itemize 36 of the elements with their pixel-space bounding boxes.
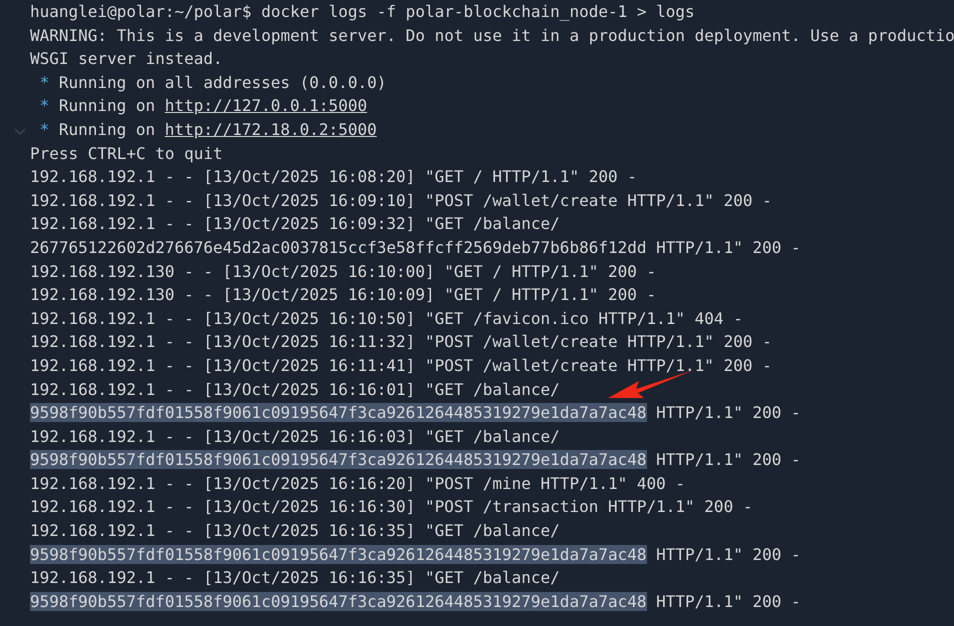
url-link[interactable]: http://127.0.0.1:5000: [164, 96, 368, 116]
terminal-text: 192.168.192.1 - - [13/Oct/2025 16:09:10] "POST /wallet/create HTTP/1.1" 200 -: [30, 190, 772, 210]
terminal-text: Running on all addresses (0.0.0.0): [58, 72, 386, 92]
terminal-text: 192.168.192.1 - - [13/Oct/2025 16:16:20] "POST /mine HTTP/1.1" 400 -: [30, 474, 686, 493]
terminal-text: 192.168.192.1 - - [13/Oct/2025 16:16:35] "GET /balance/: [30, 568, 560, 588]
selected-text: 9598f90b557fdf01558f9061c09195647f3ca9261264485319279e1da7a7ac48: [30, 592, 646, 611]
terminal-text: huanglei@polar:~/polar$ docker logs -f polar-blockchain_node-1 > logs: [30, 2, 695, 21]
terminal-text: 192.168.192.1 - - [13/Oct/2025 16:16:35] "GET /balance/: [30, 521, 560, 540]
terminal-text: HTTP/1.1" 200 -: [655, 544, 801, 564]
terminal-text: HTTP/1.1" 200 -: [655, 592, 801, 611]
terminal-text: HTTP/1.1" 200 -: [655, 450, 801, 470]
terminal-text: 192.168.192.1 - - [13/Oct/2025 16:11:41] "POST /wallet/create HTTP/1.1" 200 -: [30, 356, 772, 375]
terminal-text: WSGI server instead.: [30, 49, 223, 68]
bullet-mark: *: [40, 96, 50, 116]
terminal-text: Press CTRL+C to quit: [30, 144, 223, 163]
terminal-text: 192.168.192.1 - - [13/Oct/2025 16:16:03] "GET /balance/: [30, 426, 560, 446]
bullet-mark: *: [40, 120, 50, 139]
selected-text: 9598f90b557fdf01558f9061c09195647f3ca9261264485319279e1da7a7ac48: [30, 544, 646, 564]
terminal-text: HTTP/1.1" 200 -: [655, 403, 801, 422]
terminal-text: 192.168.192.130 - - [13/Oct/2025 16:10:00] "GET / HTTP/1.1" 200 -: [30, 262, 656, 281]
terminal-text: 267765122602d276676e45d2ac0037815ccf3e58ffcff2569deb77b6b86f12dd HTTP/1.1" 200 -: [30, 238, 801, 257]
terminal-text: 192.168.192.130 - - [13/Oct/2025 16:10:09] "GET / HTTP/1.1" 200 -: [30, 285, 656, 304]
terminal-text: 192.168.192.1 - - [13/Oct/2025 16:16:30] "POST /transaction HTTP/1.1" 200 -: [30, 497, 752, 516]
terminal-text: Running on: [58, 96, 156, 116]
terminal-text: 192.168.192.1 - - [13/Oct/2025 16:08:20] "GET / HTTP/1.1" 200 -: [30, 167, 637, 186]
terminal-text: 192.168.192.1 - - [13/Oct/2025 16:16:01] "GET /balance/: [30, 380, 560, 398]
bullet-mark: *: [40, 72, 50, 92]
terminal-text: WARNING: This is a development server. Do not use it in a production deployment. Use a productio: [30, 26, 954, 45]
terminal-text: 192.168.192.1 - - [13/Oct/2025 16:11:32] "POST /wallet/create HTTP/1.1" 200 -: [30, 332, 772, 352]
terminal-text: Running on: [58, 120, 156, 139]
terminal-text: 192.168.192.1 - - [13/Oct/2025 16:10:50] "GET /favicon.ico HTTP/1.1" 404 -: [30, 308, 743, 328]
terminal-text: 192.168.192.1 - - [13/Oct/2025 16:09:32] "GET /balance/: [30, 214, 560, 234]
selected-text: 9598f90b557fdf01558f9061c09195647f3ca9261264485319279e1da7a7ac48: [30, 450, 646, 470]
url-link[interactable]: http://172.18.0.2:5000: [164, 120, 377, 139]
chevron-icon[interactable]: [14, 128, 26, 136]
selected-text: 9598f90b557fdf01558f9061c09195647f3ca9261264485319279e1da7a7ac48: [30, 403, 646, 422]
